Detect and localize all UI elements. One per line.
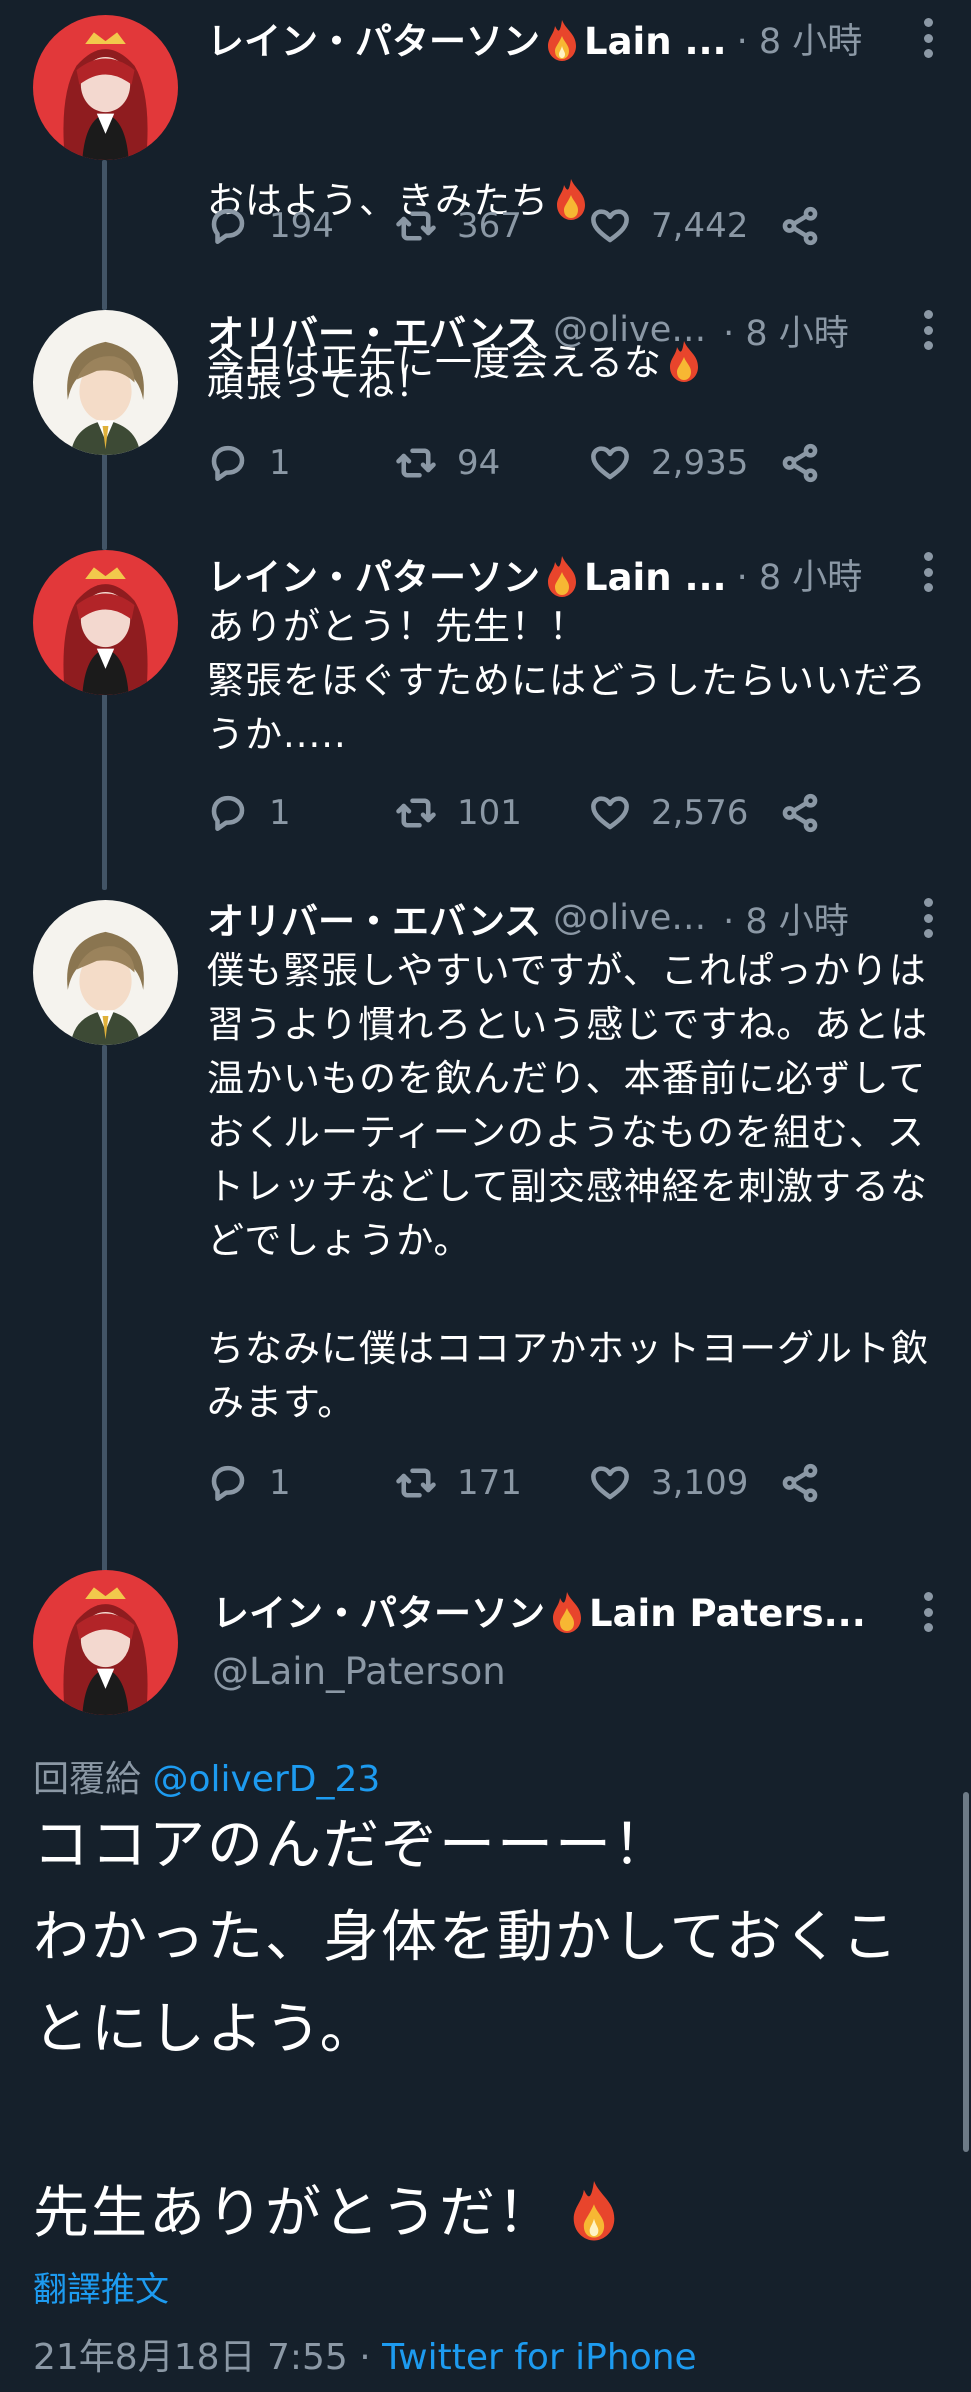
like-button[interactable]: 3,109 bbox=[589, 1462, 748, 1504]
like-button[interactable]: 7,442 bbox=[589, 205, 748, 247]
tweet-source[interactable]: Twitter for iPhone bbox=[382, 2337, 697, 2378]
more-icon[interactable] bbox=[921, 18, 935, 58]
retweet-icon bbox=[396, 448, 436, 478]
reply-context: 回覆給 @oliverD_23 bbox=[33, 1750, 380, 1802]
tweet-text: ココアのんだぞーーー！ わかった、身体を動かしておくことにしよう。 先生ありがと… bbox=[33, 1800, 951, 2260]
avatar-lain-image bbox=[33, 1570, 178, 1715]
share-icon bbox=[782, 793, 818, 833]
tweet-timestamp[interactable]: · 8 小時 bbox=[737, 13, 863, 64]
author-name[interactable]: レイン・パターソン Lain ... bbox=[207, 547, 727, 601]
thread-connector bbox=[102, 690, 107, 890]
reply-count: 194 bbox=[269, 206, 334, 246]
tweet-text-body: ココアのんだぞーーー！ わかった、身体を動かしておくことにしよう。 先生ありがと… bbox=[33, 1813, 900, 2246]
tweet-date[interactable]: 21年8月18日 7:55 · bbox=[33, 2337, 382, 2378]
reply-button[interactable]: 194 bbox=[207, 205, 334, 247]
heart-icon bbox=[591, 796, 629, 830]
author-name[interactable]: オリバー・エバンス bbox=[207, 303, 541, 357]
fire-emoji-icon bbox=[573, 2181, 615, 2241]
reply-button[interactable]: 1 bbox=[207, 1462, 291, 1504]
reply-button[interactable]: 1 bbox=[207, 442, 291, 484]
author-handle[interactable]: @oliver... bbox=[553, 898, 713, 938]
retweet-button[interactable]: 101 bbox=[395, 792, 522, 834]
more-icon[interactable] bbox=[921, 1592, 935, 1632]
like-count: 2,935 bbox=[651, 443, 749, 483]
reply-to-link[interactable]: @oliverD_23 bbox=[152, 1759, 380, 1800]
tweet-timestamp[interactable]: · 8 小時 bbox=[723, 305, 849, 356]
fire-emoji-icon bbox=[548, 556, 576, 597]
retweet-button[interactable]: 367 bbox=[395, 205, 522, 247]
share-icon bbox=[782, 443, 818, 483]
retweet-count: 101 bbox=[457, 793, 522, 833]
like-count: 2,576 bbox=[651, 793, 749, 833]
tweet-meta: 21年8月18日 7:55 · Twitter for iPhone bbox=[33, 2328, 697, 2380]
like-button[interactable]: 2,935 bbox=[589, 442, 748, 484]
avatar[interactable] bbox=[33, 900, 178, 1045]
retweet-icon bbox=[396, 1468, 436, 1498]
avatar-oliver-image bbox=[33, 310, 178, 455]
more-icon[interactable] bbox=[921, 552, 935, 592]
more-icon[interactable] bbox=[921, 310, 935, 350]
author-name[interactable]: レイン・パターソン Lain ... bbox=[207, 11, 727, 65]
reply-prefix: 回覆給 bbox=[33, 1759, 142, 1800]
avatar-oliver-image bbox=[33, 900, 178, 1045]
tweet-text: ありがとう！先生！！ 緊張をほぐすためにはどうしたらいいだろうか..... bbox=[207, 605, 927, 756]
thread-connector bbox=[102, 1045, 107, 1575]
avatar-lain-image bbox=[33, 550, 178, 695]
avatar-lain-image bbox=[33, 15, 178, 160]
fire-emoji-icon bbox=[548, 20, 576, 61]
tweet-text: 頑張ってね！ bbox=[207, 362, 434, 405]
author-name[interactable]: オリバー・エバンス bbox=[207, 891, 541, 945]
share-icon bbox=[782, 206, 818, 246]
more-icon[interactable] bbox=[921, 898, 935, 938]
heart-icon bbox=[591, 1466, 629, 1500]
author-handle[interactable]: @Lain_Paterson bbox=[212, 1650, 506, 1693]
thread-connector bbox=[102, 160, 107, 310]
heart-icon bbox=[591, 209, 629, 243]
translate-tweet-link[interactable]: 翻譯推文 bbox=[33, 2262, 169, 2311]
fire-emoji-icon bbox=[553, 1592, 581, 1633]
reply-icon bbox=[211, 445, 245, 482]
reply-count: 1 bbox=[269, 443, 291, 483]
reply-icon bbox=[211, 795, 245, 832]
retweet-icon bbox=[396, 211, 436, 241]
share-button[interactable] bbox=[779, 1462, 841, 1504]
tweet-text: 僕も緊張しやすいですが、これぱっかりは習うより慣れろという感じですね。あとは温か… bbox=[207, 949, 929, 1424]
share-button[interactable] bbox=[779, 442, 841, 484]
retweet-button[interactable]: 171 bbox=[395, 1462, 522, 1504]
reply-button[interactable]: 1 bbox=[207, 792, 291, 834]
retweet-count: 171 bbox=[457, 1463, 522, 1503]
reply-icon bbox=[211, 208, 245, 245]
share-icon bbox=[782, 1463, 818, 1503]
retweet-icon bbox=[396, 798, 436, 828]
fire-emoji-icon bbox=[557, 179, 585, 220]
avatar[interactable] bbox=[33, 550, 178, 695]
retweet-count: 94 bbox=[457, 443, 501, 483]
scrollbar[interactable] bbox=[963, 1792, 969, 2152]
avatar[interactable] bbox=[33, 1570, 178, 1715]
like-count: 3,109 bbox=[651, 1463, 749, 1503]
reply-count: 1 bbox=[269, 793, 291, 833]
like-button[interactable]: 2,576 bbox=[589, 792, 748, 834]
retweet-button[interactable]: 94 bbox=[395, 442, 500, 484]
share-button[interactable] bbox=[779, 205, 841, 247]
like-count: 7,442 bbox=[651, 206, 749, 246]
author-handle[interactable]: @oliver... bbox=[553, 310, 713, 350]
reply-icon bbox=[211, 1465, 245, 1502]
tweet-timestamp[interactable]: · 8 小時 bbox=[737, 549, 863, 600]
author-name[interactable]: レイン・パターソン Lain Paters... bbox=[212, 1583, 866, 1637]
thread-connector bbox=[102, 450, 107, 550]
share-button[interactable] bbox=[779, 792, 841, 834]
tweet-text: おはよう、きみたち 今日は正午に一度会えるな bbox=[207, 66, 947, 498]
tweet-timestamp[interactable]: · 8 小時 bbox=[723, 893, 849, 944]
heart-icon bbox=[591, 446, 629, 480]
retweet-count: 367 bbox=[457, 206, 522, 246]
avatar[interactable] bbox=[33, 15, 178, 160]
avatar[interactable] bbox=[33, 310, 178, 455]
reply-count: 1 bbox=[269, 1463, 291, 1503]
